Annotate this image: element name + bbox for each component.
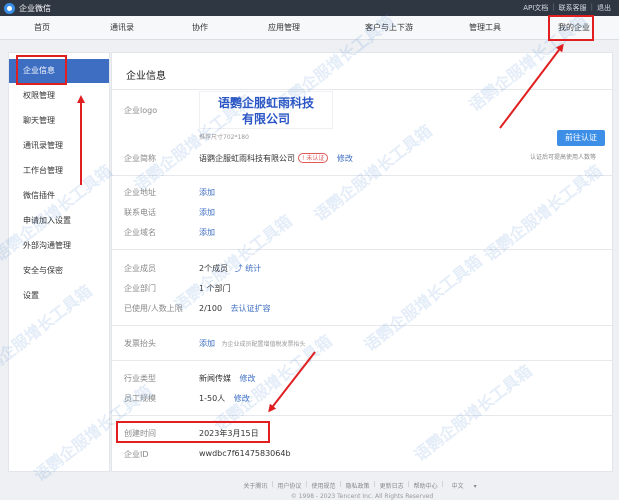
wecom-logo-icon xyxy=(4,2,15,14)
annotation-box-created-time xyxy=(116,421,270,443)
sidebar-item-workbench-management[interactable]: 工作台管理 xyxy=(9,159,109,183)
sidebar-item-security[interactable]: 安全与保密 xyxy=(9,259,109,283)
nav-management-tools[interactable]: 管理工具 xyxy=(460,16,510,40)
nav-customers-partners[interactable]: 客户与上下游 xyxy=(354,16,424,40)
members-label: 企业成员 xyxy=(124,264,156,273)
main-panel: 企业信息 企业logo 语鹦企服虹雨科技 有限公司 推荐尺寸702*180 企业… xyxy=(111,52,613,472)
unverified-badge: ! 未认证 xyxy=(298,153,329,163)
verify-hint: 认证后可提高使用人数等 xyxy=(530,154,597,161)
members-stats-link[interactable]: ⤴ 统计 xyxy=(235,264,262,273)
upgrade-link[interactable]: 去认证扩容 xyxy=(231,304,271,313)
nav-home[interactable]: 首页 xyxy=(22,16,62,40)
sidebar-item-settings[interactable]: 设置 xyxy=(9,284,109,308)
industry-label: 行业类型 xyxy=(124,374,156,383)
stats-icon: ⤴ xyxy=(234,264,243,273)
domain-label: 企业域名 xyxy=(124,228,156,237)
usage-value: 2/100 xyxy=(199,304,223,313)
short-name-value: 语鹦企服虹雨科技有限公司 xyxy=(199,154,295,163)
footer-about-link[interactable]: 关于腾讯 xyxy=(239,481,271,490)
app-logo[interactable]: 企业微信 xyxy=(4,2,51,14)
sidebar-item-contacts-management[interactable]: 通讯录管理 xyxy=(9,134,109,158)
api-docs-link[interactable]: API文档 xyxy=(519,3,552,13)
footer-agreement-link[interactable]: 用户协议 xyxy=(273,481,305,490)
logo-size-hint: 推荐尺寸702*180 xyxy=(199,134,249,141)
phone-label: 联系电话 xyxy=(124,208,156,217)
sidebar: 企业信息 权限管理 聊天管理 通讯录管理 工作台管理 微信插件 申请加入设置 外… xyxy=(8,52,110,472)
nav-app-management[interactable]: 应用管理 xyxy=(256,16,312,40)
departments-value: 1 个部门 xyxy=(199,284,231,293)
sidebar-item-wechat-plugin[interactable]: 微信插件 xyxy=(9,184,109,208)
sidebar-item-join-settings[interactable]: 申请加入设置 xyxy=(9,209,109,233)
logo-label: 企业logo xyxy=(124,106,158,115)
usage-row: 2/100 去认证扩容 xyxy=(199,303,271,314)
scale-label: 员工规模 xyxy=(124,394,156,403)
contact-support-link[interactable]: 联系客服 xyxy=(555,3,591,13)
annotation-box-my-enterprise xyxy=(548,15,594,41)
sidebar-item-permissions[interactable]: 权限管理 xyxy=(9,84,109,108)
sidebar-item-external-communication[interactable]: 外部沟通管理 xyxy=(9,234,109,258)
logo-text-line2: 有限公司 xyxy=(241,112,290,126)
industry-edit-link[interactable]: 修改 xyxy=(240,374,256,383)
members-row: 2个成员 ⤴ 统计 xyxy=(199,263,261,274)
departments-label: 企业部门 xyxy=(124,284,156,293)
usage-label: 已使用/人数上限 xyxy=(124,304,183,313)
verify-button[interactable]: 前往认证 xyxy=(557,130,605,146)
enterprise-logo[interactable]: 语鹦企服虹雨科技 有限公司 xyxy=(199,91,333,129)
scale-edit-link[interactable]: 修改 xyxy=(234,394,250,403)
members-value: 2个成员 xyxy=(199,264,229,273)
industry-value: 新闻传媒 xyxy=(199,374,231,383)
top-bar: 企业微信 API文档 | 联系客服 | 退出 xyxy=(0,0,619,16)
page-title: 企业信息 xyxy=(126,71,166,82)
footer-help-link[interactable]: 帮助中心 xyxy=(410,481,442,490)
logo-text-line1: 语鹦企服虹雨科技 xyxy=(217,96,314,110)
sidebar-item-chat-management[interactable]: 聊天管理 xyxy=(9,109,109,133)
address-label: 企业地址 xyxy=(124,188,156,197)
invoice-add-link[interactable]: 添加 xyxy=(199,339,215,348)
app-name: 企业微信 xyxy=(19,3,51,13)
annotation-box-enterprise-info xyxy=(16,55,67,85)
divider-1 xyxy=(112,175,612,176)
divider-3 xyxy=(112,325,612,326)
divider-4 xyxy=(112,360,612,361)
title-divider xyxy=(112,89,612,90)
short-name-edit-link[interactable]: 修改 xyxy=(337,154,353,163)
divider-5 xyxy=(112,415,612,416)
phone-add-link[interactable]: 添加 xyxy=(199,207,215,218)
divider-2 xyxy=(112,249,612,250)
copyright: © 1998 - 2023 Tencent Inc. All Rights Re… xyxy=(290,493,434,500)
top-links: API文档 | 联系客服 | 退出 xyxy=(519,3,615,13)
industry-row: 新闻传媒 修改 xyxy=(199,373,256,384)
short-name-row: 语鹦企服虹雨科技有限公司! 未认证 修改 xyxy=(199,153,353,164)
domain-add-link[interactable]: 添加 xyxy=(199,227,215,238)
footer-links: 关于腾讯 | 用户协议 | 使用规范 | 隐私政策 | 更新日志 | 帮助中心 | 中文 ▾ xyxy=(111,481,613,490)
footer-privacy-link[interactable]: 隐私政策 xyxy=(342,481,374,490)
footer-rules-link[interactable]: 使用规范 xyxy=(307,481,339,490)
chevron-down-icon: ▾ xyxy=(473,483,477,490)
nav-contacts[interactable]: 通讯录 xyxy=(102,16,142,40)
short-name-label: 企业简称 xyxy=(124,154,156,163)
address-add-link[interactable]: 添加 xyxy=(199,187,215,198)
main-nav: 首页 通讯录 协作 应用管理 客户与上下游 管理工具 我的企业 xyxy=(0,16,619,40)
scale-row: 1-50人 修改 xyxy=(199,393,250,404)
corpid-value: wwdbc7f6147583064b xyxy=(199,449,291,458)
invoice-hint: 为企业成员配置增值税发票抬头 xyxy=(221,341,306,348)
alert-icon: ! xyxy=(302,155,305,162)
corpid-label: 企业ID xyxy=(124,450,149,459)
invoice-row: 添加 为企业成员配置增值税发票抬头 xyxy=(199,338,306,349)
logout-link[interactable]: 退出 xyxy=(593,3,615,13)
invoice-label: 发票抬头 xyxy=(124,339,156,348)
footer-changelog-link[interactable]: 更新日志 xyxy=(376,481,408,490)
scale-value: 1-50人 xyxy=(199,394,226,403)
nav-collaboration[interactable]: 协作 xyxy=(180,16,220,40)
footer-language-select[interactable]: 中文 ▾ xyxy=(444,481,485,490)
